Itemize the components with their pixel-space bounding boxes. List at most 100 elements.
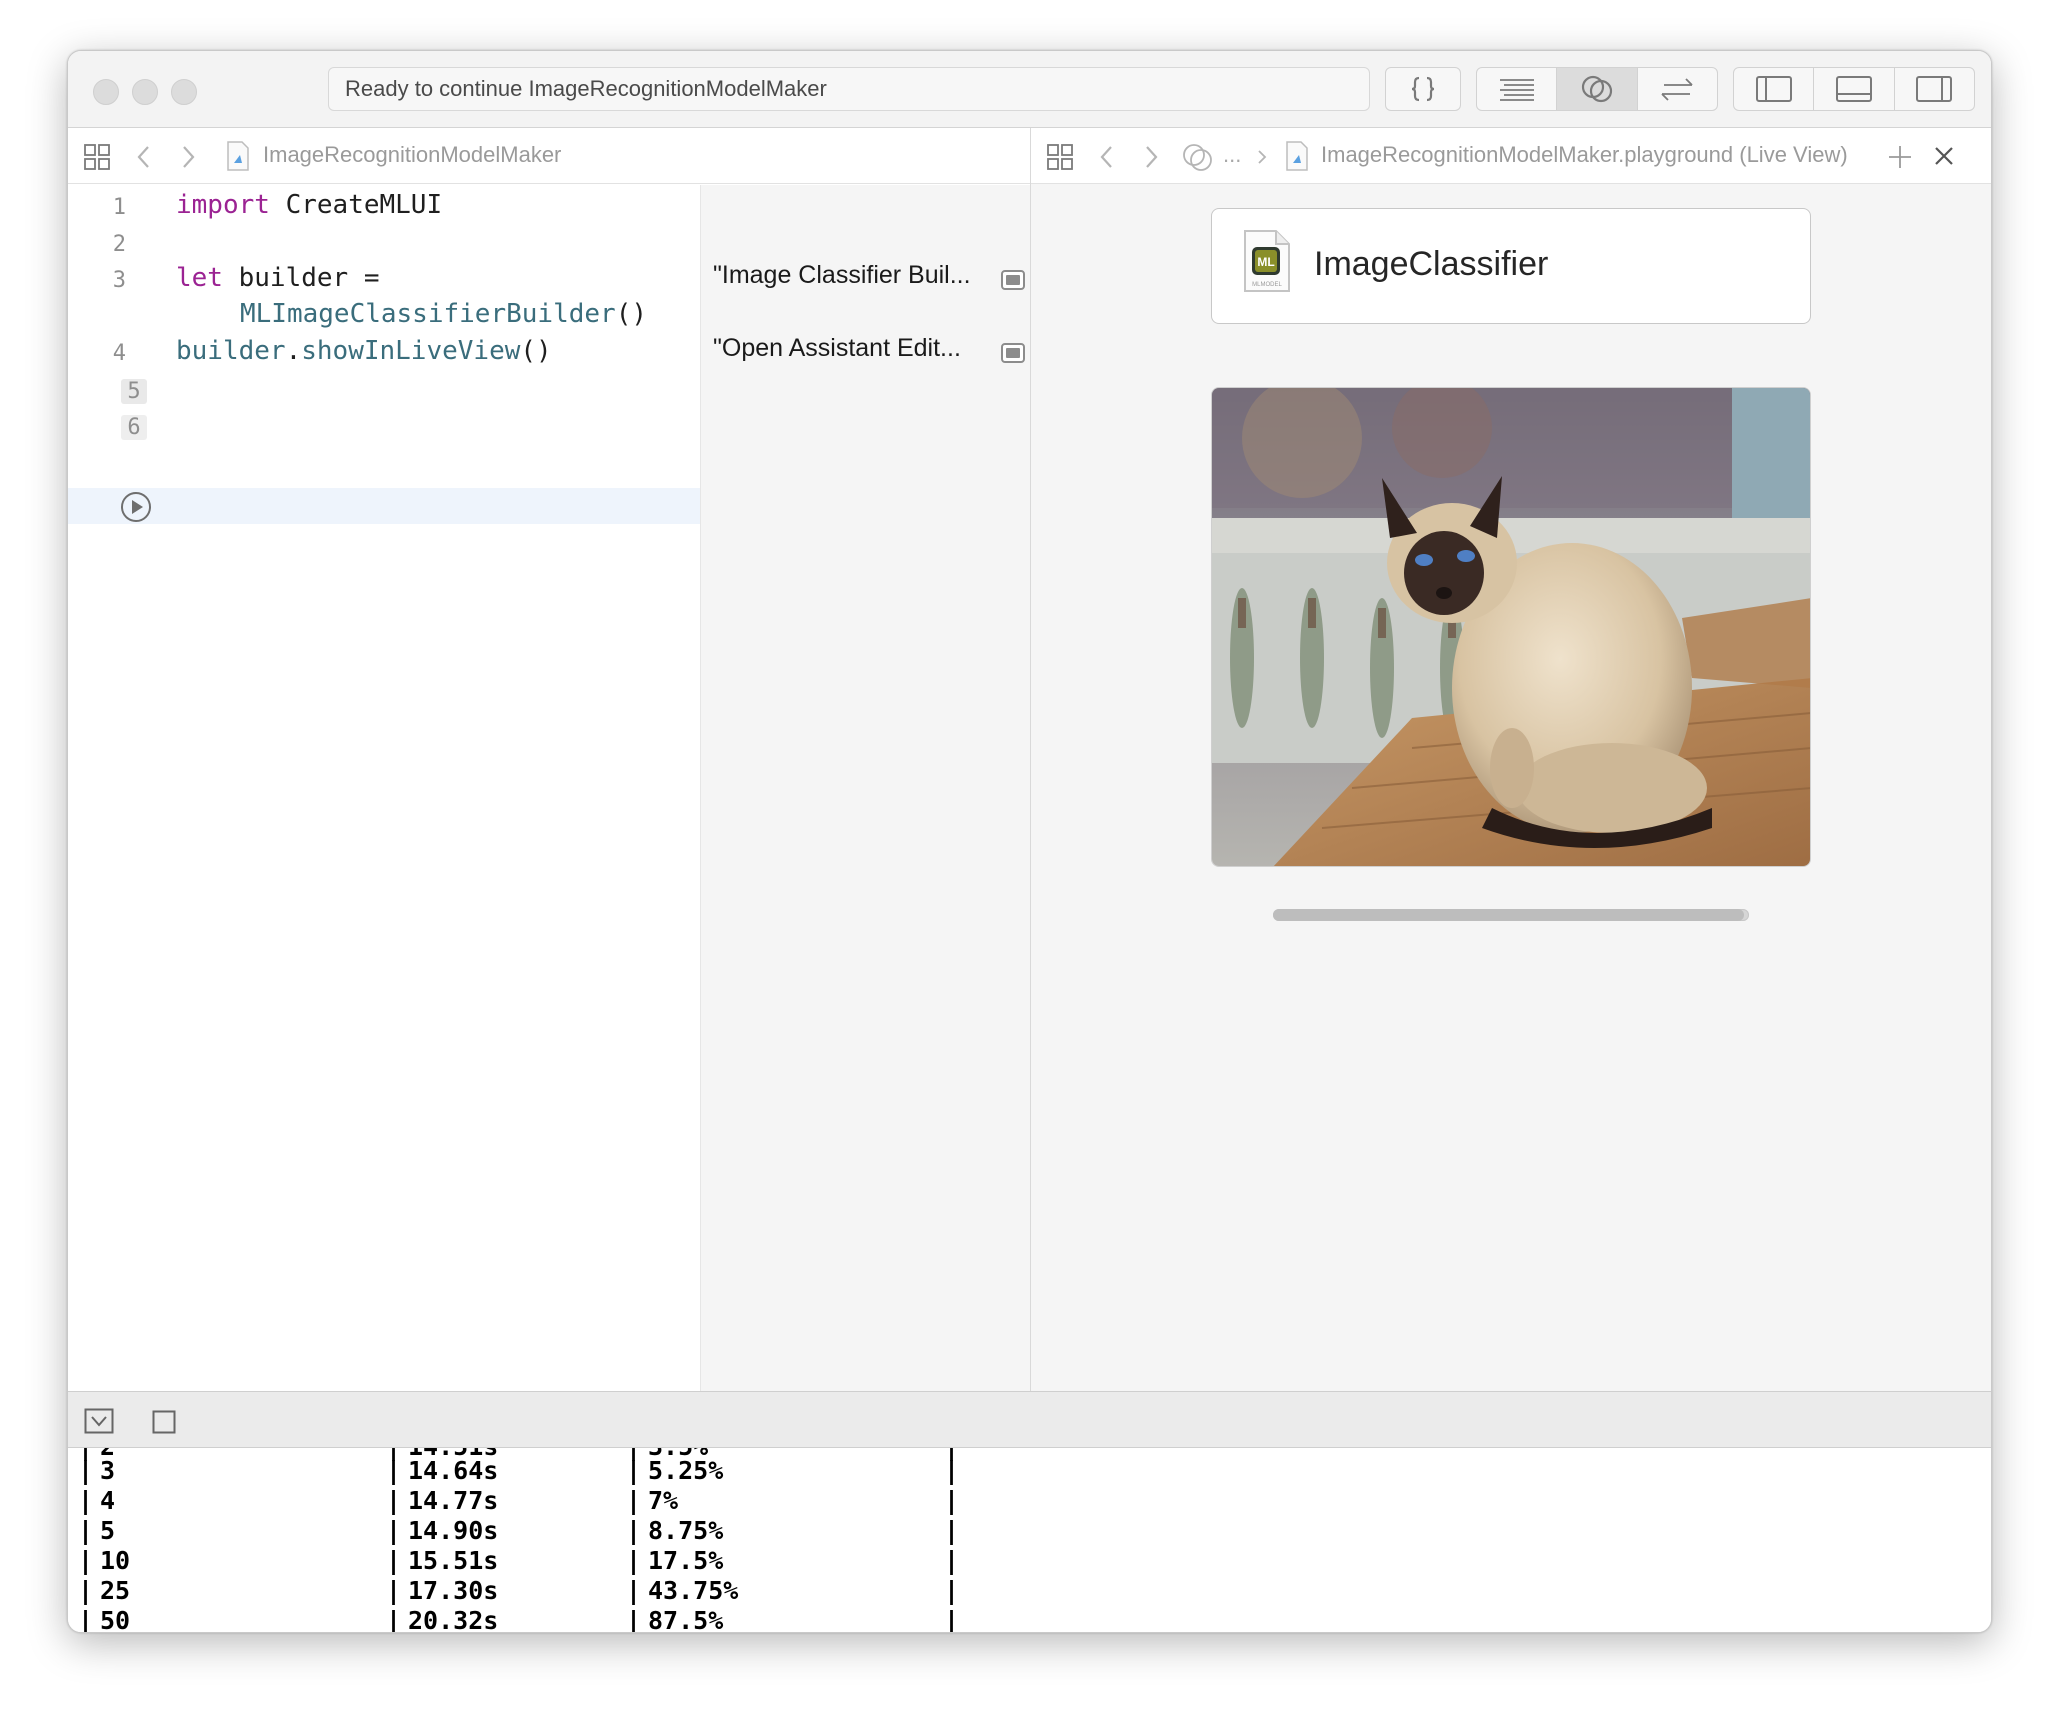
result-line-4: "Open Assistant Edit...: [713, 334, 961, 362]
call-parens: (): [520, 336, 552, 366]
progress-fill: [1273, 909, 1745, 921]
console-cell: 8.75%: [648, 1516, 724, 1545]
console-cell: 7%: [648, 1486, 679, 1515]
code-line-3: let builder =: [176, 263, 380, 293]
console-row: | 5 | 14.90s | 8.75% |: [78, 1516, 960, 1545]
results-sidebar: "Image Classifier Buil... "Open Assistan…: [700, 185, 1031, 1391]
console-cell: 15.51s: [408, 1546, 499, 1575]
assistant-editor: ... ImageRecognitionModelMaker.playgroun…: [1030, 128, 1991, 1391]
console-cell: 17.5%: [648, 1546, 724, 1575]
debug-toggle-icon: [1835, 76, 1872, 102]
playground-file-icon: [227, 141, 249, 171]
version-editor-button[interactable]: [1638, 68, 1717, 110]
method-name: showInLiveView: [301, 336, 521, 366]
initializer-parens: (): [615, 299, 647, 329]
standard-editor-button[interactable]: [1477, 68, 1558, 110]
keyword-import: import: [176, 190, 270, 220]
editor-mode-segment: [1476, 67, 1718, 111]
activity-status-field: Ready to continue ImageRecognitionModelM…: [328, 67, 1370, 111]
keyword-let: let: [176, 263, 223, 293]
console-cell: 50: [100, 1606, 131, 1632]
navigator-toggle-icon: [1755, 76, 1792, 102]
console-cell: 87.5%: [648, 1606, 724, 1632]
quick-look-button[interactable]: [1001, 343, 1025, 363]
console-cell: 25: [100, 1576, 131, 1605]
mlmodel-badge-label: ML: [1257, 255, 1274, 269]
editor-standard-icon: [1499, 79, 1534, 101]
mlmodel-caption: MLMODEL: [1252, 282, 1282, 288]
stop-execution-icon[interactable]: [152, 1410, 176, 1434]
console-row: | 10 | 15.51s | 17.5% |: [78, 1546, 960, 1575]
editor-assistant-icon: [1581, 75, 1613, 103]
result-line-3: "Image Classifier Buil...: [713, 261, 971, 289]
variable-ref: builder: [176, 336, 286, 366]
training-progress-bar: [1273, 909, 1749, 921]
forward-chevron-icon[interactable]: [1141, 144, 1161, 170]
hide-debug-area-icon[interactable]: [84, 1408, 114, 1434]
left-breadcrumb-file[interactable]: ImageRecognitionModelMaker: [263, 142, 561, 168]
module-name: CreateMLUI: [269, 190, 443, 220]
source-editor[interactable]: 1 2 3 4 5 6 import CreateMLUI let builde…: [68, 185, 700, 1391]
console-cell: 43.75%: [648, 1576, 739, 1605]
library-button[interactable]: [1386, 68, 1460, 110]
line-number: 4: [112, 341, 126, 366]
console-cell: 5.25%: [648, 1456, 724, 1485]
inspector-toggle-icon: [1916, 76, 1953, 102]
console-cell: 14.90s: [408, 1516, 499, 1545]
console-row: | 3 | 14.64s | 5.25% |: [78, 1456, 960, 1485]
console-row: | 4 | 14.77s | 7% |: [78, 1486, 960, 1515]
right-breadcrumb-file[interactable]: ImageRecognitionModelMaker.playground (L…: [1321, 142, 1848, 168]
run-playground-icon[interactable]: [120, 491, 152, 523]
console-cell: 3: [100, 1456, 116, 1485]
line-number: 2: [112, 232, 126, 257]
braces-icon: [1411, 76, 1435, 102]
close-editor-icon[interactable]: [1933, 145, 1955, 167]
close-window-button[interactable]: [93, 79, 119, 105]
assistant-mode-icon[interactable]: [1181, 142, 1215, 172]
right-jump-bar: ... ImageRecognitionModelMaker.playgroun…: [1031, 128, 1991, 184]
line-number: 1: [112, 195, 126, 220]
quick-look-button[interactable]: [1001, 270, 1025, 290]
console-cell: 5: [100, 1516, 116, 1545]
related-items-icon[interactable]: [1046, 143, 1074, 171]
console-row: | 25 | 17.30s | 43.75% |: [78, 1576, 960, 1605]
console-cell: 14.64s: [408, 1456, 499, 1485]
assistant-mode-menu[interactable]: ...: [1223, 142, 1241, 168]
add-editor-icon[interactable]: [1887, 144, 1913, 170]
code-line-3-continued: MLImageClassifierBuilder(): [240, 299, 647, 329]
type-name: MLImageClassifierBuilder: [240, 299, 616, 329]
console-cell: 20.32s: [408, 1606, 499, 1632]
console-output[interactable]: | 2 | 14.51s | 3.5% | | 3 | 14.64s | 5.2…: [68, 1448, 1991, 1632]
console-row: | 50 | 20.32s | 87.5% |: [78, 1606, 959, 1632]
code-line-1: import CreateMLUI: [176, 190, 442, 220]
console-cell: 17.30s: [408, 1576, 499, 1605]
xcode-window: Ready to continue ImageRecognitionModelM…: [67, 50, 1992, 1633]
inspector-toggle-button[interactable]: [1895, 68, 1974, 110]
related-items-icon[interactable]: [83, 143, 111, 171]
line-number[interactable]: 5: [121, 379, 147, 404]
zoom-window-button[interactable]: [171, 79, 197, 105]
line-number[interactable]: 6: [121, 415, 147, 440]
forward-chevron-icon[interactable]: [178, 144, 198, 170]
siamese-cat-photo: [1212, 388, 1810, 866]
assistant-editor-button[interactable]: [1557, 68, 1638, 110]
breadcrumb-separator-icon: [1258, 150, 1267, 164]
toolbar: Ready to continue ImageRecognitionModelM…: [68, 51, 1991, 128]
navigator-toggle-button[interactable]: [1734, 68, 1815, 110]
classifier-title: ImageClassifier: [1314, 245, 1549, 283]
builder-declaration: builder =: [222, 263, 380, 293]
playground-file-icon: [1286, 141, 1308, 171]
minimize-window-button[interactable]: [132, 79, 158, 105]
member-dot: .: [285, 336, 302, 366]
back-chevron-icon[interactable]: [134, 144, 154, 170]
panel-toggle-segment: [1733, 67, 1975, 111]
back-chevron-icon[interactable]: [1097, 144, 1117, 170]
console-cell: 10: [100, 1546, 131, 1575]
left-jump-bar: ImageRecognitionModelMaker: [68, 128, 1030, 184]
mlmodel-file-icon: ML MLMODEL: [1244, 230, 1290, 292]
line-number: 3: [112, 268, 126, 293]
code-line-4: builder.showInLiveView(): [176, 336, 552, 366]
image-classifier-card[interactable]: ML MLMODEL ImageClassifier: [1211, 208, 1811, 324]
debug-area-toggle-button[interactable]: [1814, 68, 1895, 110]
debug-bar: [68, 1391, 1991, 1448]
